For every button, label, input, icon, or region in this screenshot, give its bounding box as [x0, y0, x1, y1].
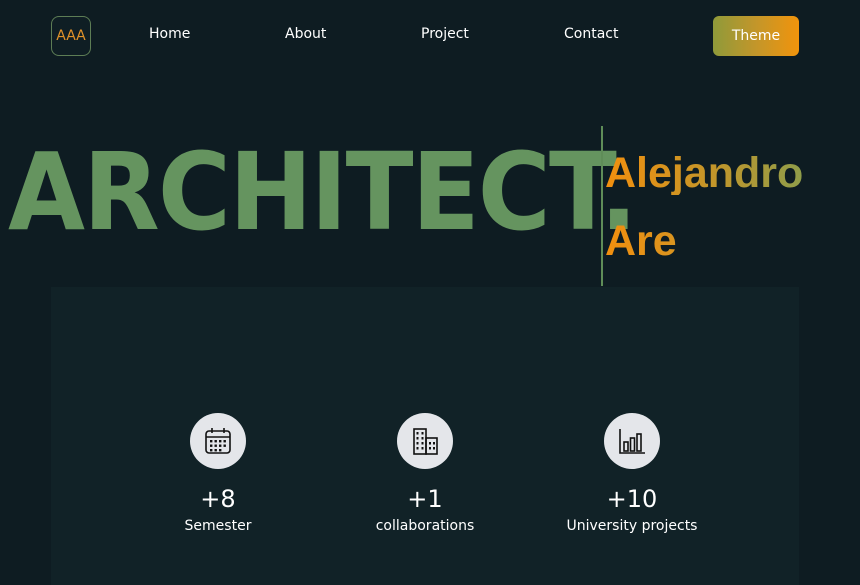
stat-collaborations: +1 collaborations — [325, 413, 525, 534]
theme-button[interactable]: Theme — [713, 16, 799, 56]
stat-semester: +8 Semester — [118, 413, 318, 534]
stat-label: Semester — [184, 518, 252, 534]
hero-divider — [601, 126, 603, 286]
stat-label: University projects — [566, 518, 698, 534]
hero-name-last: Are — [605, 217, 677, 265]
stat-value: +10 — [606, 485, 658, 513]
page: AAA Home About Project Contact Theme ARC… — [0, 0, 860, 585]
nav-link-project[interactable]: Project — [421, 26, 469, 42]
calendar-icon — [190, 413, 246, 469]
stat-university-projects: +10 University projects — [532, 413, 732, 534]
stat-value: +8 — [200, 485, 236, 513]
top-nav: AAA Home About Project Contact Theme — [0, 0, 860, 72]
hero-name-first: Alejandro — [605, 149, 804, 197]
nav-link-contact[interactable]: Contact — [564, 26, 618, 42]
buildings-icon — [397, 413, 453, 469]
nav-link-home[interactable]: Home — [149, 26, 190, 42]
stats-panel: +8 Semester +1 collaborations +10 Univer… — [51, 287, 799, 585]
nav-link-about[interactable]: About — [285, 26, 326, 42]
hero-title: ARCHITECT. — [8, 131, 638, 255]
bar-chart-icon — [604, 413, 660, 469]
logo[interactable]: AAA — [51, 16, 91, 56]
stat-value: +1 — [407, 485, 443, 513]
stat-label: collaborations — [375, 518, 475, 534]
